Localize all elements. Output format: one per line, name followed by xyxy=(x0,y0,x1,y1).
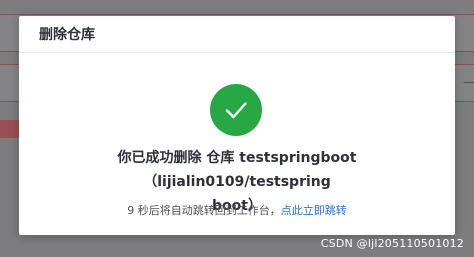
check-circle-icon xyxy=(210,84,262,136)
success-message-line1: 你已成功删除 仓库 testspringboot（lijialin0109/te… xyxy=(117,150,357,190)
delete-repo-modal: 删除仓库 你已成功删除 仓库 testspringboot（lijialin01… xyxy=(19,16,455,235)
background-red-button xyxy=(0,120,20,138)
modal-header: 删除仓库 xyxy=(19,16,455,53)
background-right-hint: 一 xyxy=(463,76,474,90)
csdn-watermark: CSDN @ljl205110501012 xyxy=(320,237,464,250)
redirect-notice: 9 秒后将自动跳转回到工作台，点此立即跳转 xyxy=(19,202,455,218)
checkmark-icon xyxy=(225,102,247,119)
modal-title: 删除仓库 xyxy=(39,27,95,43)
redirect-now-link[interactable]: 点此立即跳转 xyxy=(281,204,347,217)
redirect-countdown-text: 9 秒后将自动跳转回到工作台， xyxy=(127,204,281,217)
